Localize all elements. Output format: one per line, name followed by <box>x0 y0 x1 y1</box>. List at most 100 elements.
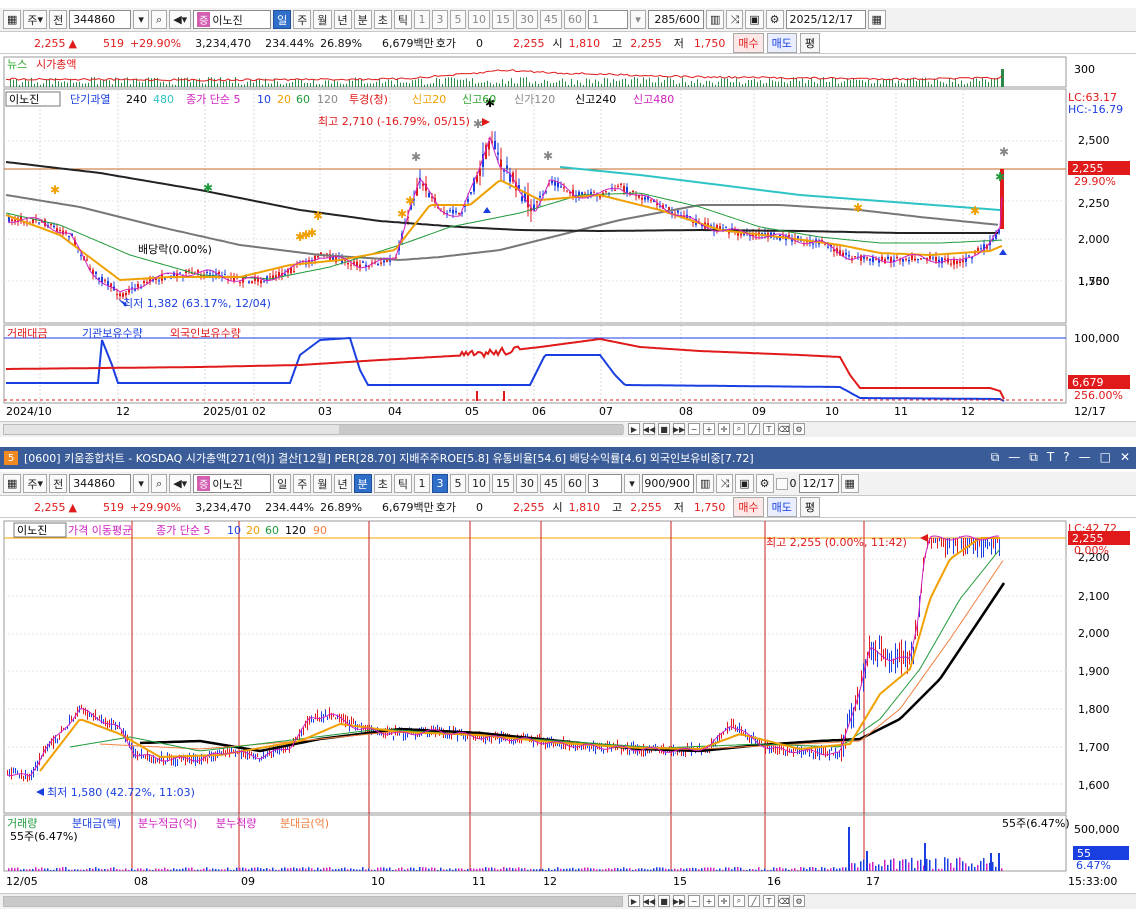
minimize-icon[interactable]: — <box>1079 450 1091 465</box>
tab-week-2[interactable]: 주 <box>293 474 312 493</box>
daily-chart[interactable]: 뉴스 시가총액 300 ✱ ✱✱✱✱✱✱✱✱✱✱ ✱✱✱✱✱ 이노진 단기과열 24… <box>0 55 1136 423</box>
tab-day-2[interactable]: 일 <box>273 474 292 493</box>
chart-menu-icon-2[interactable]: ▦ <box>3 474 22 493</box>
daily-scroll-thumb[interactable] <box>339 425 624 434</box>
play-icon-2[interactable]: ▶ <box>628 895 640 907</box>
interval-1[interactable]: 1 <box>414 10 431 29</box>
interval-15-2[interactable]: 15 <box>492 474 515 493</box>
speaker-icon-2[interactable]: ◀▾ <box>169 474 192 493</box>
prev-button[interactable]: 전 <box>49 10 68 29</box>
link-icon[interactable]: ⧉ <box>991 450 1000 465</box>
interval-60-2[interactable]: 60 <box>564 474 587 493</box>
count-dropdown-icon[interactable]: ▾ <box>630 10 647 29</box>
interval-30-2[interactable]: 30 <box>516 474 539 493</box>
save-icon[interactable]: ▣ <box>745 10 764 29</box>
avg-button-2[interactable]: 평 <box>799 497 821 517</box>
tab-minute[interactable]: 분 <box>353 10 372 29</box>
date-input-2[interactable]: 12/17 <box>798 474 839 493</box>
daily-scrollbar[interactable] <box>3 424 624 435</box>
rewind-icon-2[interactable]: ◀◀ <box>643 895 655 907</box>
tab-minute-2[interactable]: 분 <box>353 474 372 493</box>
tab-month[interactable]: 월 <box>313 10 332 29</box>
zoom-in-icon[interactable]: + <box>703 423 715 435</box>
close-icon[interactable]: ✕ <box>1120 450 1130 465</box>
calendar-icon[interactable]: ▦ <box>867 10 886 29</box>
interval-3[interactable]: 3 <box>432 10 449 29</box>
eraser-icon[interactable]: ⌫ <box>778 423 790 435</box>
gear-icon-2[interactable]: ⚙ <box>755 474 774 493</box>
tab-second[interactable]: 초 <box>373 10 392 29</box>
stop-icon[interactable]: ■ <box>658 423 670 435</box>
search-icon-2[interactable]: ⌕ <box>151 474 168 493</box>
restore-tool-icon[interactable]: ⧉ <box>1029 450 1038 465</box>
compare-icon[interactable]: ⤨ <box>726 10 744 29</box>
eraser-icon-2[interactable]: ⌫ <box>778 895 790 907</box>
forward-icon-2[interactable]: ▶▶ <box>673 895 685 907</box>
candle-icon-2[interactable]: ▥ <box>696 474 715 493</box>
calendar-icon-2[interactable]: ▦ <box>840 474 859 493</box>
interval-45[interactable]: 45 <box>540 10 563 29</box>
market-select-2[interactable]: 주 ▾ <box>23 474 48 493</box>
minute-chart[interactable]: 이노진 가격 이동평균 종가 단순 5 10 20 60 120 90 최고 2… <box>0 519 1136 893</box>
stock-code-input[interactable]: 344860 <box>69 10 132 29</box>
stock-name-field[interactable]: 증 이노진 <box>193 10 272 29</box>
interval-3-2[interactable]: 3 <box>432 474 449 493</box>
forward-icon[interactable]: ▶▶ <box>673 423 685 435</box>
rewind-icon[interactable]: ◀◀ <box>643 423 655 435</box>
interval-10[interactable]: 10 <box>468 10 491 29</box>
play-icon[interactable]: ▶ <box>628 423 640 435</box>
help-icon[interactable]: ? <box>1063 450 1069 465</box>
zoom-in-icon-2[interactable]: + <box>703 895 715 907</box>
market-select[interactable]: 주 ▾ <box>23 10 48 29</box>
speaker-icon[interactable]: ◀▾ <box>169 10 192 29</box>
count-dropdown-icon-2[interactable]: ▾ <box>624 474 641 493</box>
date-input[interactable]: 2025/12/17 <box>785 10 866 29</box>
magnify-icon[interactable]: ⌕ <box>733 423 745 435</box>
buy-button[interactable]: 매수 <box>733 33 764 53</box>
interval-1-2[interactable]: 1 <box>414 474 431 493</box>
tab-week[interactable]: 주 <box>293 10 312 29</box>
crosshair-icon-2[interactable]: ✛ <box>718 895 730 907</box>
interval-5-2[interactable]: 5 <box>450 474 467 493</box>
tab-tick[interactable]: 틱 <box>393 10 413 29</box>
avg-button[interactable]: 평 <box>799 33 821 53</box>
minute-scrollbar[interactable] <box>3 896 623 907</box>
tab-day[interactable]: 일 <box>273 10 292 29</box>
minimize-tool-icon[interactable]: — <box>1008 450 1020 465</box>
prev-button-2[interactable]: 전 <box>49 474 68 493</box>
crosshair-icon[interactable]: ✛ <box>718 423 730 435</box>
bar-count-input[interactable]: 285/600 <box>648 10 705 29</box>
maximize-icon[interactable]: □ <box>1100 450 1111 465</box>
magnify-icon-2[interactable]: ⌕ <box>733 895 745 907</box>
buy-button-2[interactable]: 매수 <box>733 497 764 517</box>
stock-name-field-2[interactable]: 증 이노진 <box>193 474 272 493</box>
trendline-icon-2[interactable]: ╱ <box>748 895 760 907</box>
date-checkbox[interactable] <box>775 477 788 490</box>
interval-30[interactable]: 30 <box>516 10 539 29</box>
candle-icon[interactable]: ▥ <box>706 10 725 29</box>
settings-icon[interactable]: ⚙ <box>793 423 805 435</box>
trendline-icon[interactable]: ╱ <box>748 423 760 435</box>
text-tool-icon-2[interactable]: T <box>763 895 775 907</box>
minute-scroll-thumb[interactable] <box>4 897 622 906</box>
tab-tick-2[interactable]: 틱 <box>393 474 413 493</box>
interval-count-input[interactable]: 1 <box>588 10 629 29</box>
interval-60[interactable]: 60 <box>564 10 587 29</box>
code-dropdown-icon-2[interactable]: ▾ <box>133 474 150 493</box>
search-icon[interactable]: ⌕ <box>151 10 168 29</box>
save-icon-2[interactable]: ▣ <box>735 474 754 493</box>
gear-icon[interactable]: ⚙ <box>765 10 784 29</box>
interval-15[interactable]: 15 <box>492 10 515 29</box>
code-dropdown-icon[interactable]: ▾ <box>133 10 150 29</box>
interval-45-2[interactable]: 45 <box>540 474 563 493</box>
zoom-out-icon[interactable]: − <box>688 423 700 435</box>
interval-count-input-2[interactable]: 3 <box>588 474 623 493</box>
stop-icon-2[interactable]: ■ <box>658 895 670 907</box>
font-icon[interactable]: T <box>1047 450 1054 465</box>
stock-code-input-2[interactable]: 344860 <box>69 474 132 493</box>
bar-count-input-2[interactable]: 900/900 <box>642 474 695 493</box>
settings-icon-2[interactable]: ⚙ <box>793 895 805 907</box>
interval-5[interactable]: 5 <box>450 10 467 29</box>
zoom-out-icon-2[interactable]: − <box>688 895 700 907</box>
tab-year-2[interactable]: 년 <box>333 474 352 493</box>
